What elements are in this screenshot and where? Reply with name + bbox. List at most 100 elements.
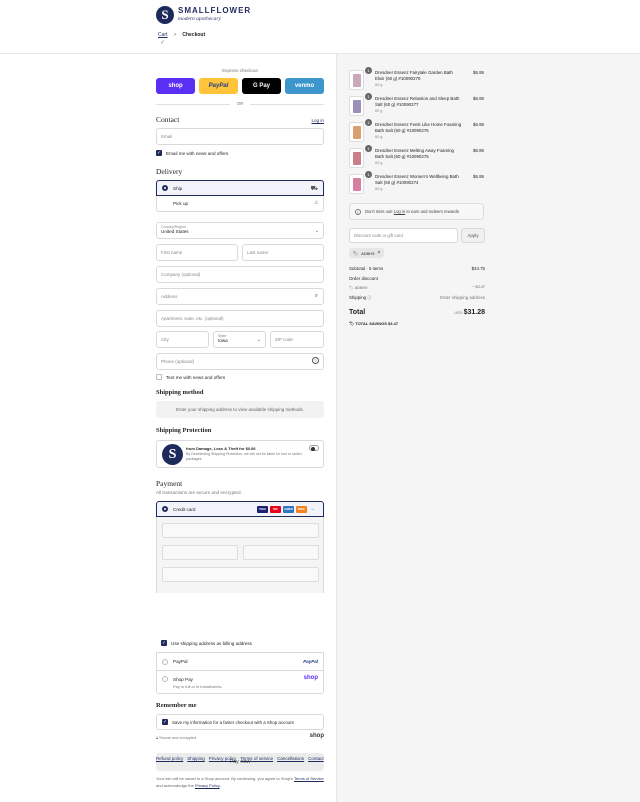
order-discount-label: Order discount bbox=[349, 276, 378, 281]
protection-line1: from Damage, Loss & Theft for $0.86 bbox=[186, 446, 256, 451]
subtotal-row: Subtotal · 5 items $34.75 bbox=[349, 266, 485, 271]
rewards-text-1: Don't miss out! bbox=[365, 209, 393, 214]
last-name-field[interactable]: Last name bbox=[242, 244, 324, 261]
shop-pay-button[interactable]: shop bbox=[156, 78, 195, 94]
security-code-field[interactable] bbox=[243, 545, 319, 560]
country-value: United States bbox=[161, 229, 189, 234]
shipping-value: Enter shipping address bbox=[440, 295, 485, 300]
discount-code-row: 🏷︎ ADBH9 − $3.47 bbox=[349, 285, 485, 290]
credit-card-option[interactable]: Credit card VISA MC AMEX DISC → bbox=[156, 501, 324, 517]
apartment-field[interactable]: Apartment, suite, etc. (optional) bbox=[156, 310, 324, 327]
breadcrumb-cart[interactable]: Cart bbox=[158, 32, 167, 38]
address-field[interactable]: Address ⌕ bbox=[156, 288, 324, 305]
contact-title: Contact bbox=[156, 115, 180, 124]
secure-note: 🔒︎ Secure and encrypted bbox=[156, 736, 196, 740]
tag-icon: 🏷︎ bbox=[353, 250, 359, 256]
radio-icon bbox=[162, 676, 168, 682]
order-discount-row: Order discount bbox=[349, 276, 485, 281]
product-thumbnail bbox=[349, 174, 364, 194]
apply-button[interactable]: Apply bbox=[461, 228, 485, 243]
protection-logo: S bbox=[162, 444, 183, 465]
terms-of-service-link[interactable]: Terms of service bbox=[240, 756, 273, 761]
privacy-link[interactable]: Privacy Policy bbox=[195, 783, 220, 788]
remember-title: Remember me bbox=[156, 702, 197, 709]
savings-tag-icon: 🏷︎ bbox=[349, 321, 355, 326]
product-variant: 60 g bbox=[375, 83, 383, 87]
total-label: Total bbox=[349, 309, 366, 316]
shop-pay-row: Shop Pay bbox=[162, 676, 318, 682]
country-select[interactable]: Country/Region United States ⌄ bbox=[156, 222, 324, 239]
discount-input[interactable]: Discount code or gift card bbox=[349, 228, 458, 243]
paypal-logo: PayPal bbox=[303, 659, 318, 664]
billing-checkbox[interactable]: ✓ Use shipping address as billing addres… bbox=[161, 640, 252, 646]
text-news-checkbox[interactable]: Text me with news and offers bbox=[156, 374, 225, 380]
total-savings: 🏷︎ TOTAL SAVINGS $3.47 bbox=[349, 321, 398, 326]
credit-card-label: Credit card bbox=[173, 506, 196, 512]
checkbox-checked-icon: ✓ bbox=[156, 150, 162, 156]
contact-link[interactable]: Contact bbox=[308, 756, 324, 761]
quantity-badge: 1 bbox=[365, 171, 372, 178]
product-title: Dresdner Essenz Relaxtion and Sleep Bath… bbox=[375, 96, 460, 107]
breadcrumb: Cart > Checkout bbox=[158, 32, 205, 38]
terms-link[interactable]: Terms of Service bbox=[294, 776, 324, 781]
privacy-policy-link[interactable]: Privacy policy bbox=[209, 756, 237, 761]
product-thumbnail bbox=[349, 122, 364, 142]
legal-text-2: and acknowledge the bbox=[156, 783, 194, 788]
brand-logo[interactable]: S SMALLFLOWER modern apothecary bbox=[156, 6, 251, 24]
breadcrumb-checkout: Checkout bbox=[182, 32, 206, 38]
paypal-option[interactable]: PayPal PayPal bbox=[156, 652, 324, 670]
footer-links: Refund policy Shipping Privacy policy Te… bbox=[156, 756, 324, 761]
shop-pay-subtitle: Pay in full or in installments bbox=[173, 684, 222, 689]
or-divider: OR bbox=[156, 101, 324, 106]
remove-discount-icon[interactable]: × bbox=[377, 250, 380, 256]
toggle-knob bbox=[311, 446, 315, 451]
shop-pay-option[interactable]: Shop Pay Pay in full or in installments … bbox=[156, 670, 324, 694]
header: S SMALLFLOWER modern apothecary Cart > C… bbox=[0, 0, 640, 54]
phone-placeholder: Phone (optional) bbox=[161, 359, 195, 364]
refund-policy-link[interactable]: Refund policy bbox=[156, 756, 183, 761]
product-thumbnail bbox=[349, 96, 364, 116]
google-pay-button[interactable]: G Pay bbox=[242, 78, 281, 94]
zip-field[interactable]: ZIP code bbox=[270, 331, 324, 348]
rewards-banner: i Don't miss out! Log in to earn and red… bbox=[349, 203, 484, 220]
help-icon[interactable]: ⓘ bbox=[367, 295, 371, 300]
state-select[interactable]: State Iowa ⌄ bbox=[213, 331, 266, 348]
product-price: $6.95 bbox=[473, 70, 484, 75]
shipping-link[interactable]: Shipping bbox=[187, 756, 205, 761]
remember-checkbox[interactable]: ✓ Save my information for a faster check… bbox=[156, 714, 324, 730]
quantity-badge: 1 bbox=[365, 145, 372, 152]
email-field[interactable]: Email bbox=[156, 128, 324, 145]
expiry-field[interactable] bbox=[162, 545, 238, 560]
search-icon: ⌕ bbox=[314, 293, 318, 299]
more-cards-icon: → bbox=[310, 506, 315, 512]
login-link[interactable]: Log in bbox=[311, 118, 324, 123]
cancellations-link[interactable]: Cancellations bbox=[277, 756, 304, 761]
name-on-card-field[interactable] bbox=[162, 567, 319, 582]
legal-end: . bbox=[219, 783, 221, 788]
protection-toggle[interactable] bbox=[309, 445, 319, 451]
phone-field[interactable]: Phone (optional) ? bbox=[156, 353, 324, 370]
product-price: $6.95 bbox=[473, 122, 484, 127]
city-field[interactable]: City bbox=[156, 331, 209, 348]
email-news-label: Email me with news and offers bbox=[166, 150, 229, 156]
lock-icon: 🔒︎ bbox=[156, 736, 159, 740]
shipping-row: Shipping ⓘ Enter shipping address bbox=[349, 295, 485, 301]
product-price: $6.95 bbox=[473, 174, 484, 179]
pickup-option[interactable]: Pick up ⌂ bbox=[156, 196, 324, 212]
product-name: Dresdner Essenz Melting Away Foaming Bat… bbox=[375, 148, 463, 166]
venmo-button[interactable]: venmo bbox=[285, 78, 324, 94]
ship-option[interactable]: Ship ⛟ bbox=[156, 180, 324, 196]
company-field[interactable]: Company (optional) bbox=[156, 266, 324, 283]
info-icon: i bbox=[355, 208, 361, 215]
first-name-field[interactable]: First name bbox=[156, 244, 238, 261]
text-news-label: Text me with news and offers bbox=[166, 374, 226, 380]
card-number-field[interactable] bbox=[162, 523, 319, 538]
quantity-badge: 1 bbox=[365, 67, 372, 74]
shipping-label: Shipping bbox=[349, 295, 367, 300]
rewards-login-link[interactable]: Log in bbox=[394, 209, 405, 214]
paypal-button[interactable]: PayPal bbox=[199, 78, 238, 94]
product-thumbnail bbox=[349, 148, 364, 168]
product-variant: 60 g bbox=[375, 135, 383, 139]
email-news-checkbox[interactable]: ✓ Email me with news and offers bbox=[156, 150, 228, 156]
product-title: Dresdner Essenz Women's Wellbeing Bath S… bbox=[375, 174, 459, 185]
